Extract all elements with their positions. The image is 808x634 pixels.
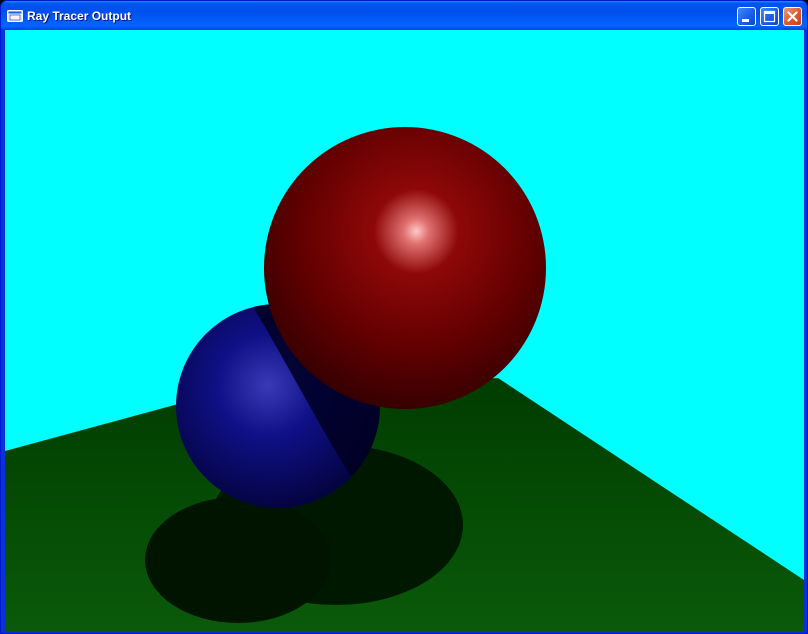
render-viewport: [5, 30, 804, 631]
red-sphere: [264, 127, 546, 409]
title-bar[interactable]: Ray Tracer Output: [1, 1, 807, 30]
maximize-icon: [763, 10, 776, 23]
window-title: Ray Tracer Output: [27, 9, 132, 23]
close-button[interactable]: [783, 7, 802, 26]
ray-traced-scene: [5, 127, 804, 631]
app-window: Ray Tracer Output: [0, 0, 808, 634]
minimize-icon: [742, 19, 749, 22]
blue-sphere-shadow: [145, 497, 331, 623]
minimize-button[interactable]: [737, 7, 756, 26]
window-app-icon[interactable]: [7, 9, 23, 22]
maximize-button[interactable]: [760, 7, 779, 26]
close-icon: [787, 11, 798, 22]
